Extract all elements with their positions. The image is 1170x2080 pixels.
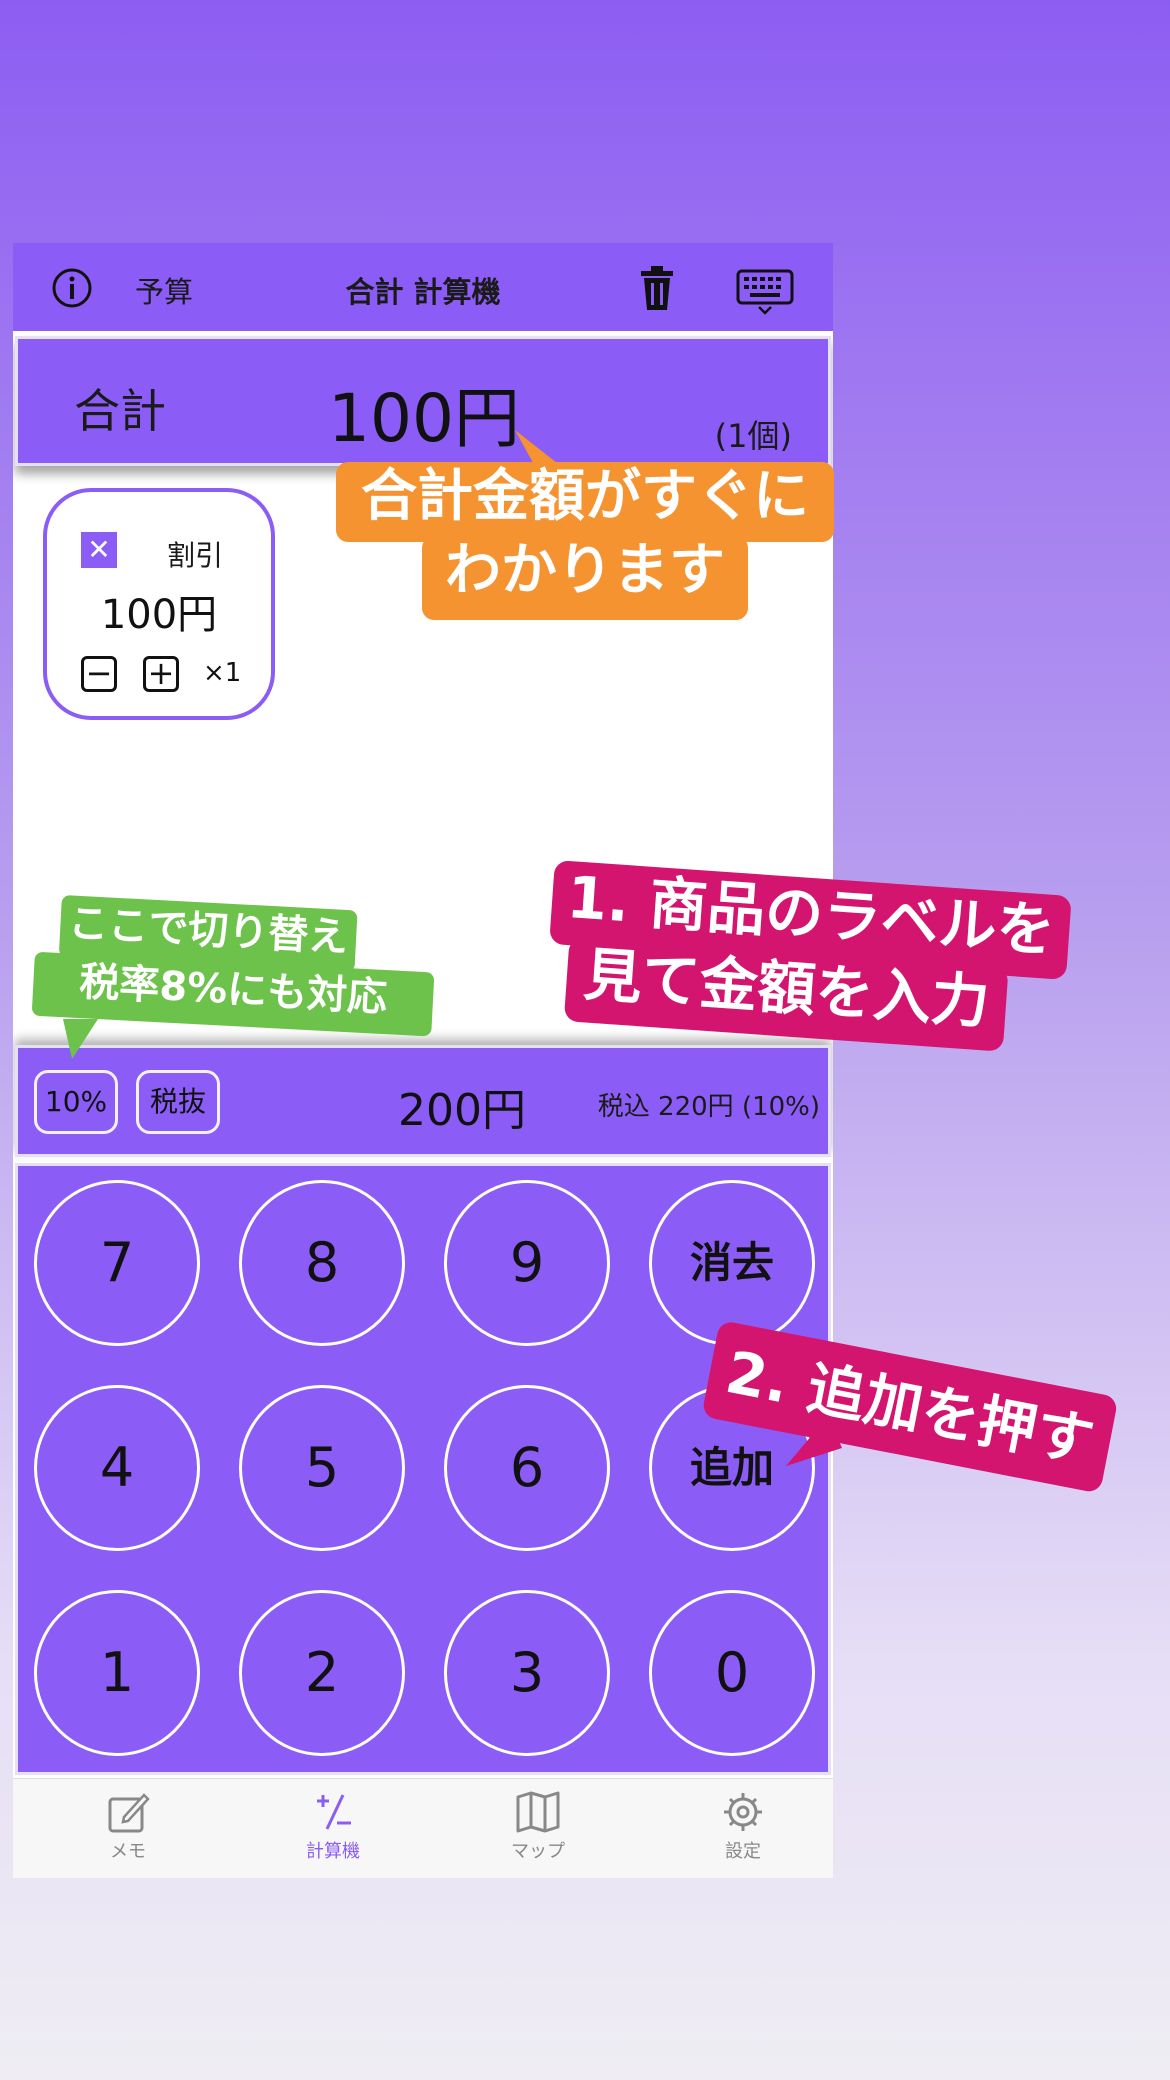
key-7[interactable]: 7 [34,1180,200,1346]
key-0[interactable]: 0 [649,1590,815,1756]
item-price: 100円 [100,592,218,638]
nav-bar: 予算 合計 計算機 [13,243,833,331]
keypad: 7 8 9 消去 4 5 6 追加 1 2 3 0 [15,1163,831,1775]
total-label: 合計 [74,384,166,438]
tab-memo[interactable]: メモ [68,1785,188,1875]
total-amount: 100円 [328,380,520,457]
memo-icon [108,1793,150,1833]
callout-pointer-step2 [786,1416,842,1466]
total-bar: 合計 100円 (1個) [15,336,831,466]
tab-memo-label: メモ [110,1841,146,1862]
key-8[interactable]: 8 [239,1180,405,1346]
tax-mode-button[interactable]: 税抜 [136,1070,220,1134]
key-6[interactable]: 6 [444,1385,610,1551]
info-icon[interactable] [51,267,93,309]
item-card[interactable]: ✕ 割引 100円 − + ×1 [43,488,275,720]
tab-bar: メモ 計算機 マップ 設定 [13,1778,833,1878]
callout-total-line2: わかります [422,536,748,620]
trash-icon[interactable] [633,263,681,313]
callout-total-line1: 合計金額がすぐに [336,462,834,542]
item-count: (1個) [714,417,792,455]
keyboard-icon[interactable] [735,267,795,315]
tab-map-label: マップ [511,1841,565,1862]
remove-item-button[interactable]: ✕ [81,532,117,568]
tab-map[interactable]: マップ [478,1785,598,1875]
page-title: 合計 計算機 [345,275,501,309]
budget-button[interactable]: 予算 [135,269,193,311]
map-icon [516,1791,560,1833]
clear-button[interactable]: 消去 [649,1180,815,1346]
key-5[interactable]: 5 [239,1385,405,1551]
gear-icon [724,1793,762,1831]
tab-calculator[interactable]: 計算機 [273,1785,393,1875]
key-3[interactable]: 3 [444,1590,610,1756]
callout-switch: ここで切り替え 税率8%にも対応 [31,895,461,1042]
key-2[interactable]: 2 [239,1590,405,1756]
tab-settings-label: 設定 [725,1841,761,1862]
tab-calculator-label: 計算機 [306,1841,360,1862]
callout-step1: 1. 商品のラベルを 見て金額を入力 [543,860,1072,1064]
key-1[interactable]: 1 [34,1590,200,1756]
tax-included-amount: 税込 220円 (10%) [597,1092,820,1122]
key-4[interactable]: 4 [34,1385,200,1551]
calculator-icon [317,1794,351,1830]
key-9[interactable]: 9 [444,1180,610,1346]
input-bar: 10% 税抜 200円 税込 220円 (10%) [15,1045,831,1157]
increment-button[interactable]: + [143,656,179,692]
tab-settings[interactable]: 設定 [683,1785,803,1875]
decrement-button[interactable]: − [81,656,117,692]
tax-rate-button[interactable]: 10% [34,1070,118,1134]
callout-pointer-switch [63,1019,98,1059]
item-name: 割引 [167,539,224,572]
input-amount: 200円 [398,1085,526,1136]
item-quantity: ×1 [203,658,242,688]
